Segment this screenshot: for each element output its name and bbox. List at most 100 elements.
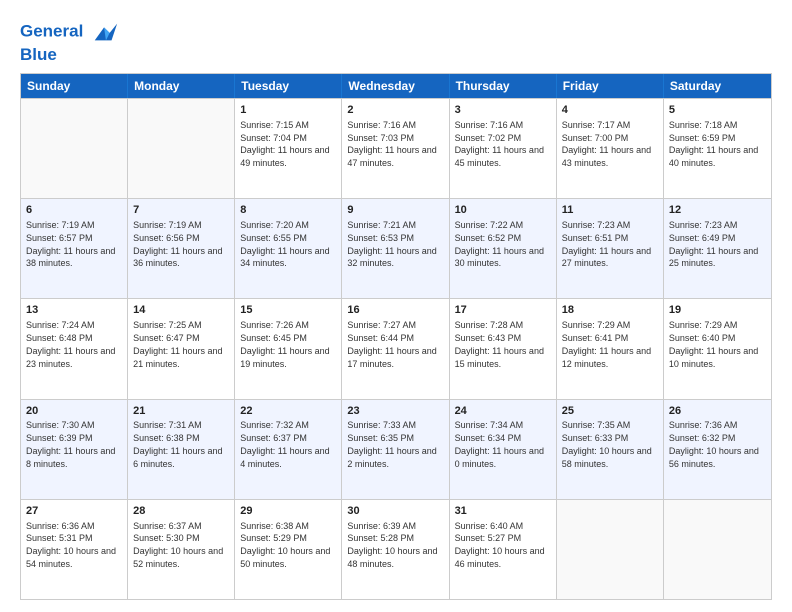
calendar-cell: 16 Sunrise: 7:27 AMSunset: 6:44 PMDayligh… bbox=[342, 299, 449, 398]
cell-info: Sunrise: 7:24 AMSunset: 6:48 PMDaylight:… bbox=[26, 320, 115, 368]
day-number: 25 bbox=[562, 404, 658, 419]
cell-info: Sunrise: 7:16 AMSunset: 7:03 PMDaylight:… bbox=[347, 120, 436, 168]
logo-general: General bbox=[20, 21, 83, 40]
day-number: 13 bbox=[26, 303, 122, 318]
cell-info: Sunrise: 7:15 AMSunset: 7:04 PMDaylight:… bbox=[240, 120, 329, 168]
day-number: 16 bbox=[347, 303, 443, 318]
cell-info: Sunrise: 7:34 AMSunset: 6:34 PMDaylight:… bbox=[455, 420, 544, 468]
calendar-header-cell: Saturday bbox=[664, 74, 771, 98]
calendar-cell: 20Sunrise: 7:30 AMSunset: 6:39 PMDayligh… bbox=[21, 400, 128, 499]
cell-info: Sunrise: 7:32 AMSunset: 6:37 PMDaylight:… bbox=[240, 420, 329, 468]
calendar-cell: 22Sunrise: 7:32 AMSunset: 6:37 PMDayligh… bbox=[235, 400, 342, 499]
day-number: 9 bbox=[347, 203, 443, 218]
calendar-cell: 5 Sunrise: 7:18 AMSunset: 6:59 PMDaylight… bbox=[664, 99, 771, 198]
cell-info: Sunrise: 7:19 AMSunset: 6:57 PMDaylight:… bbox=[26, 220, 115, 268]
calendar-cell: 31 Sunrise: 6:40 AMSunset: 5:27 PMDayligh… bbox=[450, 500, 557, 599]
calendar-cell: 17 Sunrise: 7:28 AMSunset: 6:43 PMDayligh… bbox=[450, 299, 557, 398]
cell-info: Sunrise: 6:39 AMSunset: 5:28 PMDaylight:… bbox=[347, 521, 437, 569]
day-number: 31 bbox=[455, 504, 551, 519]
calendar-cell: 2Sunrise: 7:16 AMSunset: 7:03 PMDaylight… bbox=[342, 99, 449, 198]
calendar-cell: 14 Sunrise: 7:25 AMSunset: 6:47 PMDayligh… bbox=[128, 299, 235, 398]
cell-info: Sunrise: 7:28 AMSunset: 6:43 PMDaylight:… bbox=[455, 320, 544, 368]
cell-info: Sunrise: 7:29 AMSunset: 6:41 PMDaylight:… bbox=[562, 320, 651, 368]
calendar-header-cell: Tuesday bbox=[235, 74, 342, 98]
cell-info: Sunrise: 6:36 AMSunset: 5:31 PMDaylight:… bbox=[26, 521, 116, 569]
calendar-cell: 24Sunrise: 7:34 AMSunset: 6:34 PMDayligh… bbox=[450, 400, 557, 499]
day-number: 12 bbox=[669, 203, 766, 218]
page: General Blue SundayMondayTuesdayWednesda… bbox=[0, 0, 792, 612]
cell-info: Sunrise: 7:33 AMSunset: 6:35 PMDaylight:… bbox=[347, 420, 436, 468]
day-number: 8 bbox=[240, 203, 336, 218]
calendar-cell: 4 Sunrise: 7:17 AMSunset: 7:00 PMDaylight… bbox=[557, 99, 664, 198]
cell-info: Sunrise: 7:17 AMSunset: 7:00 PMDaylight:… bbox=[562, 120, 651, 168]
cell-info: Sunrise: 6:37 AMSunset: 5:30 PMDaylight:… bbox=[133, 521, 223, 569]
calendar-cell: 7Sunrise: 7:19 AMSunset: 6:56 PMDaylight… bbox=[128, 199, 235, 298]
cell-info: Sunrise: 7:25 AMSunset: 6:47 PMDaylight:… bbox=[133, 320, 222, 368]
day-number: 15 bbox=[240, 303, 336, 318]
day-number: 26 bbox=[669, 404, 766, 419]
day-number: 28 bbox=[133, 504, 229, 519]
day-number: 23 bbox=[347, 404, 443, 419]
logo-bird-icon bbox=[91, 18, 119, 46]
cell-info: Sunrise: 7:19 AMSunset: 6:56 PMDaylight:… bbox=[133, 220, 222, 268]
calendar-cell: 28 Sunrise: 6:37 AMSunset: 5:30 PMDayligh… bbox=[128, 500, 235, 599]
calendar-cell: 12Sunrise: 7:23 AMSunset: 6:49 PMDayligh… bbox=[664, 199, 771, 298]
calendar-cell: 30 Sunrise: 6:39 AMSunset: 5:28 PMDayligh… bbox=[342, 500, 449, 599]
cell-info: Sunrise: 6:38 AMSunset: 5:29 PMDaylight:… bbox=[240, 521, 330, 569]
day-number: 24 bbox=[455, 404, 551, 419]
day-number: 1 bbox=[240, 103, 336, 118]
calendar-week-row: 20Sunrise: 7:30 AMSunset: 6:39 PMDayligh… bbox=[21, 399, 771, 499]
cell-info: Sunrise: 7:26 AMSunset: 6:45 PMDaylight:… bbox=[240, 320, 329, 368]
calendar-header-cell: Monday bbox=[128, 74, 235, 98]
day-number: 18 bbox=[562, 303, 658, 318]
day-number: 4 bbox=[562, 103, 658, 118]
calendar-cell: 3Sunrise: 7:16 AMSunset: 7:02 PMDaylight… bbox=[450, 99, 557, 198]
calendar-header-cell: Sunday bbox=[21, 74, 128, 98]
cell-info: Sunrise: 7:18 AMSunset: 6:59 PMDaylight:… bbox=[669, 120, 758, 168]
calendar-header-cell: Thursday bbox=[450, 74, 557, 98]
cell-info: Sunrise: 7:31 AMSunset: 6:38 PMDaylight:… bbox=[133, 420, 222, 468]
cell-info: Sunrise: 7:29 AMSunset: 6:40 PMDaylight:… bbox=[669, 320, 758, 368]
calendar-header-cell: Wednesday bbox=[342, 74, 449, 98]
calendar-cell: 1 Sunrise: 7:15 AMSunset: 7:04 PMDaylight… bbox=[235, 99, 342, 198]
cell-info: Sunrise: 6:40 AMSunset: 5:27 PMDaylight:… bbox=[455, 521, 545, 569]
day-number: 19 bbox=[669, 303, 766, 318]
calendar-week-row: 1 Sunrise: 7:15 AMSunset: 7:04 PMDaylight… bbox=[21, 98, 771, 198]
calendar-cell: 6 Sunrise: 7:19 AMSunset: 6:57 PMDaylight… bbox=[21, 199, 128, 298]
calendar-header-cell: Friday bbox=[557, 74, 664, 98]
calendar-cell: 23Sunrise: 7:33 AMSunset: 6:35 PMDayligh… bbox=[342, 400, 449, 499]
logo-blue: Blue bbox=[20, 46, 119, 63]
calendar-cell: 18 Sunrise: 7:29 AMSunset: 6:41 PMDayligh… bbox=[557, 299, 664, 398]
cell-info: Sunrise: 7:22 AMSunset: 6:52 PMDaylight:… bbox=[455, 220, 544, 268]
calendar-cell: 11Sunrise: 7:23 AMSunset: 6:51 PMDayligh… bbox=[557, 199, 664, 298]
header: General Blue bbox=[20, 18, 772, 63]
day-number: 27 bbox=[26, 504, 122, 519]
day-number: 14 bbox=[133, 303, 229, 318]
calendar-cell: 27 Sunrise: 6:36 AMSunset: 5:31 PMDayligh… bbox=[21, 500, 128, 599]
cell-info: Sunrise: 7:20 AMSunset: 6:55 PMDaylight:… bbox=[240, 220, 329, 268]
day-number: 20 bbox=[26, 404, 122, 419]
calendar-week-row: 13 Sunrise: 7:24 AMSunset: 6:48 PMDayligh… bbox=[21, 298, 771, 398]
day-number: 17 bbox=[455, 303, 551, 318]
cell-info: Sunrise: 7:30 AMSunset: 6:39 PMDaylight:… bbox=[26, 420, 115, 468]
calendar-cell: 21Sunrise: 7:31 AMSunset: 6:38 PMDayligh… bbox=[128, 400, 235, 499]
calendar-cell: 8 Sunrise: 7:20 AMSunset: 6:55 PMDaylight… bbox=[235, 199, 342, 298]
cell-info: Sunrise: 7:23 AMSunset: 6:51 PMDaylight:… bbox=[562, 220, 651, 268]
calendar-cell bbox=[128, 99, 235, 198]
calendar-cell: 9Sunrise: 7:21 AMSunset: 6:53 PMDaylight… bbox=[342, 199, 449, 298]
day-number: 29 bbox=[240, 504, 336, 519]
calendar-week-row: 6 Sunrise: 7:19 AMSunset: 6:57 PMDaylight… bbox=[21, 198, 771, 298]
day-number: 5 bbox=[669, 103, 766, 118]
calendar-cell bbox=[21, 99, 128, 198]
calendar-cell bbox=[557, 500, 664, 599]
calendar-body: 1 Sunrise: 7:15 AMSunset: 7:04 PMDaylight… bbox=[21, 98, 771, 599]
day-number: 6 bbox=[26, 203, 122, 218]
calendar: SundayMondayTuesdayWednesdayThursdayFrid… bbox=[20, 73, 772, 600]
day-number: 30 bbox=[347, 504, 443, 519]
calendar-cell: 29 Sunrise: 6:38 AMSunset: 5:29 PMDayligh… bbox=[235, 500, 342, 599]
calendar-cell: 13 Sunrise: 7:24 AMSunset: 6:48 PMDayligh… bbox=[21, 299, 128, 398]
calendar-header-row: SundayMondayTuesdayWednesdayThursdayFrid… bbox=[21, 74, 771, 98]
cell-info: Sunrise: 7:27 AMSunset: 6:44 PMDaylight:… bbox=[347, 320, 436, 368]
calendar-cell bbox=[664, 500, 771, 599]
day-number: 21 bbox=[133, 404, 229, 419]
